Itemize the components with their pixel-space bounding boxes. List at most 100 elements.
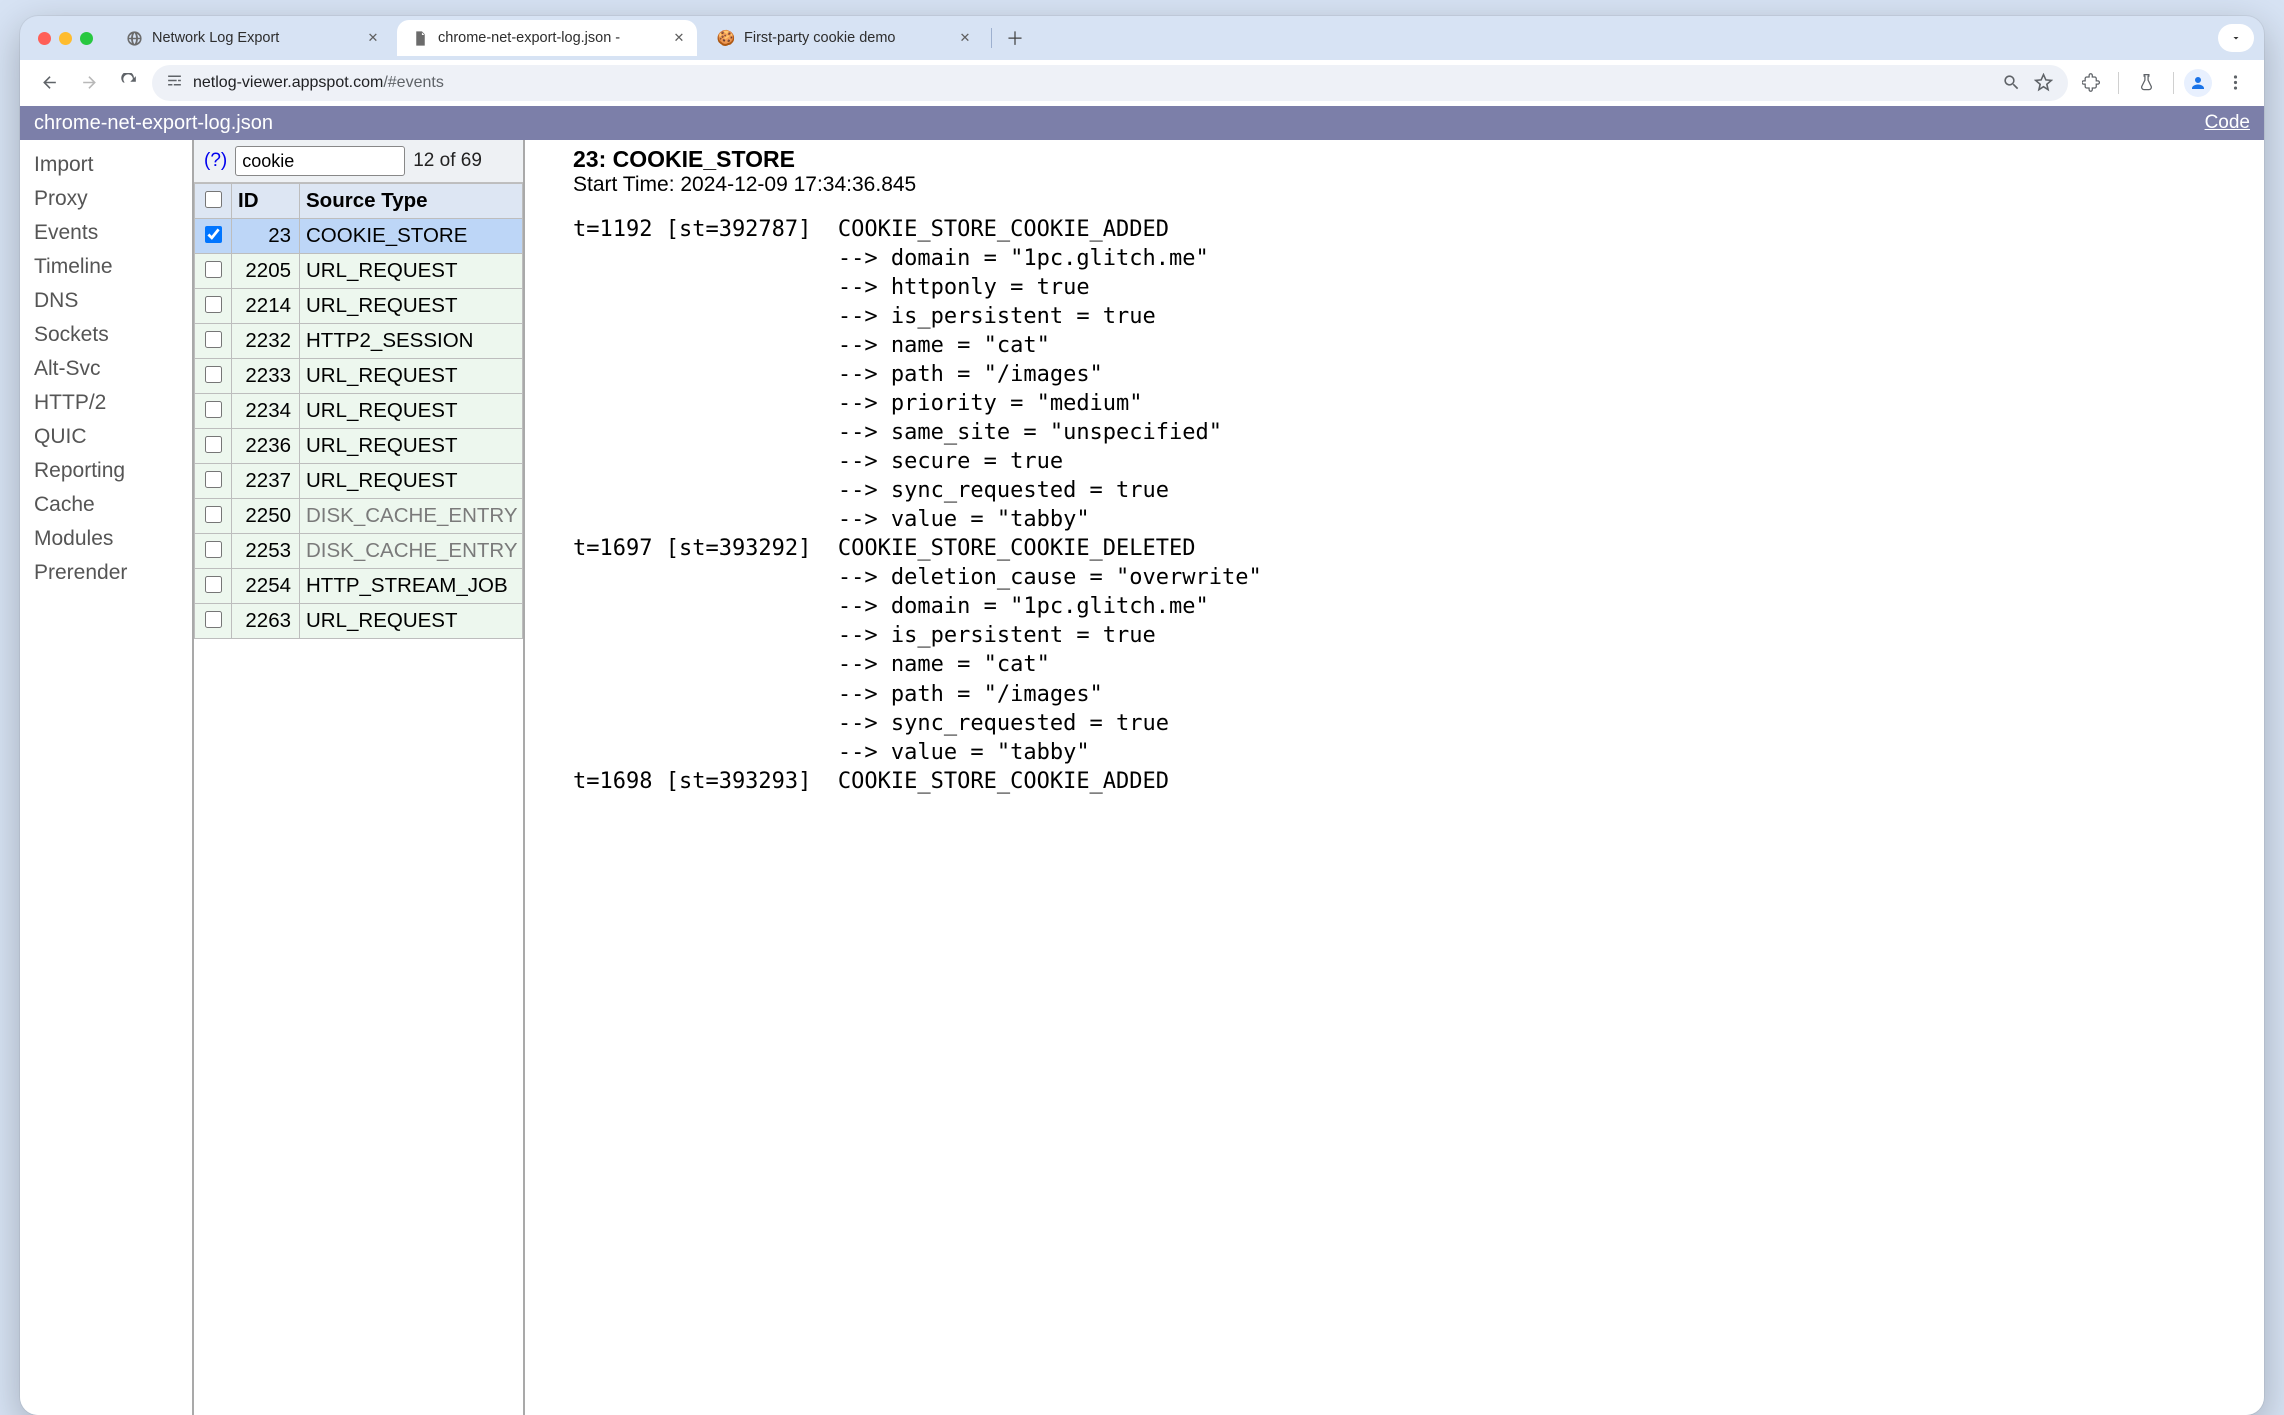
row-id: 2232 — [232, 324, 300, 359]
zoom-icon[interactable] — [2000, 72, 2022, 94]
row-source-type: COOKIE_STORE — [300, 219, 523, 254]
filter-bar: (?) 12 of 69 — [194, 140, 523, 183]
close-tab-icon[interactable]: ✕ — [671, 30, 687, 46]
globe-icon — [125, 29, 143, 47]
sidebar-item-proxy[interactable]: Proxy — [34, 182, 178, 216]
event-row[interactable]: 2254HTTP_STREAM_JOB — [195, 569, 523, 604]
sidebar-item-quic[interactable]: QUIC — [34, 420, 178, 454]
row-checkbox[interactable] — [205, 611, 222, 628]
event-detail-pane: 23: COOKIE_STORE Start Time: 2024-12-09 … — [525, 140, 2264, 1415]
toolbar-divider — [2173, 72, 2174, 94]
url-text: netlog-viewer.appspot.com/#events — [193, 74, 1990, 92]
row-source-type: URL_REQUEST — [300, 604, 523, 639]
cookie-icon: 🍪 — [717, 29, 735, 47]
code-link[interactable]: Code — [2205, 112, 2250, 134]
event-row[interactable]: 2236URL_REQUEST — [195, 429, 523, 464]
back-button[interactable] — [32, 66, 66, 100]
sidebar-item-import[interactable]: Import — [34, 148, 178, 182]
sidebar-item-prerender[interactable]: Prerender — [34, 556, 178, 590]
page-content: chrome-net-export-log.json Code ImportPr… — [20, 106, 2264, 1415]
forward-button[interactable] — [72, 66, 106, 100]
row-checkbox[interactable] — [205, 401, 222, 418]
sidebar-item-events[interactable]: Events — [34, 216, 178, 250]
sidebar-item-http-2[interactable]: HTTP/2 — [34, 386, 178, 420]
detail-heading: 23: COOKIE_STORE — [573, 146, 2260, 173]
event-row[interactable]: 2250DISK_CACHE_ENTRY — [195, 499, 523, 534]
row-source-type: URL_REQUEST — [300, 289, 523, 324]
extensions-icon[interactable] — [2074, 66, 2108, 100]
events-list-pane: (?) 12 of 69 ID Source Type 23COOKIE_STO… — [192, 140, 525, 1415]
row-id: 2263 — [232, 604, 300, 639]
url-host: netlog-viewer.appspot.com — [193, 74, 383, 91]
column-source-type[interactable]: Source Type — [300, 184, 523, 219]
row-checkbox[interactable] — [205, 506, 222, 523]
url-path: /#events — [383, 74, 443, 91]
row-checkbox[interactable] — [205, 436, 222, 453]
nav-sidebar: ImportProxyEventsTimelineDNSSocketsAlt-S… — [20, 140, 192, 1415]
sidebar-item-alt-svc[interactable]: Alt-Svc — [34, 352, 178, 386]
row-checkbox[interactable] — [205, 296, 222, 313]
event-row[interactable]: 2263URL_REQUEST — [195, 604, 523, 639]
row-checkbox[interactable] — [205, 331, 222, 348]
row-checkbox[interactable] — [205, 541, 222, 558]
bookmark-icon[interactable] — [2032, 72, 2054, 94]
row-source-type: DISK_CACHE_ENTRY — [300, 499, 523, 534]
event-row[interactable]: 2233URL_REQUEST — [195, 359, 523, 394]
reload-button[interactable] — [112, 66, 146, 100]
event-row[interactable]: 2232HTTP2_SESSION — [195, 324, 523, 359]
row-checkbox[interactable] — [205, 576, 222, 593]
loaded-file-name: chrome-net-export-log.json — [34, 112, 273, 135]
filter-help-link[interactable]: (?) — [204, 150, 227, 172]
detail-start-time: Start Time: 2024-12-09 17:34:36.845 — [573, 173, 2260, 197]
event-row[interactable]: 23COOKIE_STORE — [195, 219, 523, 254]
row-checkbox[interactable] — [205, 226, 222, 243]
row-checkbox[interactable] — [205, 261, 222, 278]
new-tab-button[interactable]: ＋ — [1000, 23, 1030, 53]
column-id[interactable]: ID — [232, 184, 300, 219]
tab-cookie-demo[interactable]: 🍪 First-party cookie demo ✕ — [703, 20, 983, 56]
row-checkbox[interactable] — [205, 471, 222, 488]
event-row[interactable]: 2253DISK_CACHE_ENTRY — [195, 534, 523, 569]
row-checkbox[interactable] — [205, 366, 222, 383]
row-id: 2253 — [232, 534, 300, 569]
tab-netlog-viewer[interactable]: chrome-net-export-log.json - ✕ — [397, 20, 697, 56]
maximize-window-button[interactable] — [80, 32, 93, 45]
sidebar-item-timeline[interactable]: Timeline — [34, 250, 178, 284]
event-row[interactable]: 2205URL_REQUEST — [195, 254, 523, 289]
sidebar-item-cache[interactable]: Cache — [34, 488, 178, 522]
sidebar-item-reporting[interactable]: Reporting — [34, 454, 178, 488]
row-source-type: URL_REQUEST — [300, 394, 523, 429]
sidebar-item-sockets[interactable]: Sockets — [34, 318, 178, 352]
select-all-checkbox[interactable] — [205, 191, 222, 208]
site-settings-icon[interactable] — [166, 72, 183, 94]
profile-button[interactable] — [2184, 69, 2212, 97]
filter-count: 12 of 69 — [413, 150, 482, 172]
tab-overflow-button[interactable] — [2218, 24, 2254, 52]
row-id: 23 — [232, 219, 300, 254]
minimize-window-button[interactable] — [59, 32, 72, 45]
row-id: 2205 — [232, 254, 300, 289]
row-id: 2236 — [232, 429, 300, 464]
close-tab-icon[interactable]: ✕ — [365, 30, 381, 46]
event-row[interactable]: 2234URL_REQUEST — [195, 394, 523, 429]
close-tab-icon[interactable]: ✕ — [957, 30, 973, 46]
app-body: ImportProxyEventsTimelineDNSSocketsAlt-S… — [20, 140, 2264, 1415]
event-row[interactable]: 2237URL_REQUEST — [195, 464, 523, 499]
kebab-menu-icon[interactable] — [2218, 66, 2252, 100]
events-table: ID Source Type 23COOKIE_STORE2205URL_REQ… — [194, 183, 523, 639]
row-id: 2233 — [232, 359, 300, 394]
close-window-button[interactable] — [38, 32, 51, 45]
app-header: chrome-net-export-log.json Code — [20, 106, 2264, 140]
event-row[interactable]: 2214URL_REQUEST — [195, 289, 523, 324]
sidebar-item-modules[interactable]: Modules — [34, 522, 178, 556]
filter-input[interactable] — [235, 146, 405, 176]
detail-log: t=1192 [st=392787] COOKIE_STORE_COOKIE_A… — [573, 215, 2260, 796]
labs-icon[interactable] — [2129, 66, 2163, 100]
sidebar-item-dns[interactable]: DNS — [34, 284, 178, 318]
window-controls — [30, 32, 105, 45]
row-source-type: HTTP_STREAM_JOB — [300, 569, 523, 604]
address-bar[interactable]: netlog-viewer.appspot.com/#events — [152, 65, 2068, 101]
tab-network-log-export[interactable]: Network Log Export ✕ — [111, 20, 391, 56]
row-id: 2254 — [232, 569, 300, 604]
tab-divider — [991, 28, 992, 48]
